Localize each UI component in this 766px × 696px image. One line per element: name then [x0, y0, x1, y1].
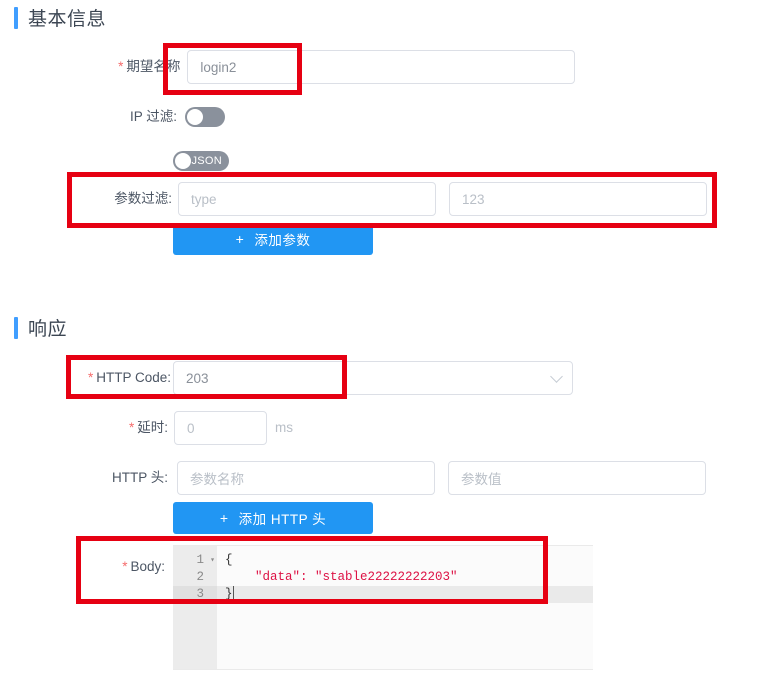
mock-api-edit-page: 基本信息 * 期望名称 login2 IP 过滤: JSON 参数过滤: type… — [0, 0, 766, 696]
http-header-name-input[interactable]: 参数名称 — [177, 461, 435, 495]
http-header-value-input[interactable]: 参数值 — [448, 461, 706, 495]
basic-info-title-text: 基本信息 — [28, 9, 107, 30]
delay-label: * 延时: — [128, 420, 168, 436]
basic-info-section-title: 基本信息 — [14, 4, 106, 31]
section-accent-bar — [14, 316, 18, 339]
required-asterisk: * — [122, 559, 128, 574]
response-title-text: 响应 — [28, 319, 68, 340]
expect-name-value: login2 — [200, 59, 237, 75]
add-param-button[interactable]: + 添加参数 — [173, 223, 373, 255]
http-header-label: HTTP 头: — [111, 470, 168, 486]
line-number: 3 — [173, 586, 217, 603]
http-code-value: 203 — [186, 370, 209, 386]
required-asterisk: * — [128, 420, 135, 436]
http-header-name-placeholder: 参数名称 — [190, 472, 244, 487]
toggle-knob — [175, 153, 191, 169]
http-header-row: HTTP 头: 参数名称 参数值 — [104, 461, 706, 495]
text-caret — [232, 586, 234, 599]
json-toggle[interactable]: JSON — [173, 151, 229, 171]
plus-icon: + — [219, 510, 229, 526]
code-line: { — [225, 553, 233, 567]
param-filter-name-input[interactable]: type — [178, 182, 436, 216]
code-line: } — [217, 586, 593, 603]
line-number: 2 — [196, 570, 204, 584]
delay-value: 0 — [187, 420, 195, 436]
ip-filter-toggle[interactable] — [185, 107, 225, 127]
param-filter-value-value: 123 — [462, 191, 485, 207]
param-filter-name-value: type — [191, 191, 217, 207]
delay-unit: ms — [275, 420, 293, 436]
body-code-editor[interactable]: 1 ▾ 2 3 { "data": "stable22222222203" } — [173, 545, 593, 670]
delay-input[interactable]: 0 — [174, 411, 267, 445]
add-http-header-button-label: 添加 HTTP 头 — [238, 512, 327, 527]
param-filter-label: 参数过滤: — [114, 191, 172, 207]
json-toggle-label: JSON — [191, 155, 222, 167]
expect-name-input[interactable]: login2 — [187, 50, 575, 84]
param-filter-row: 参数过滤: type 123 — [98, 182, 707, 216]
expect-name-row: * 期望名称 login2 — [105, 50, 575, 84]
ip-filter-row: IP 过滤: — [105, 107, 225, 127]
param-filter-value-input[interactable]: 123 — [449, 182, 707, 216]
plus-icon: + — [235, 231, 245, 247]
http-header-value-placeholder: 参数值 — [461, 472, 502, 487]
http-code-label: * HTTP Code: — [88, 370, 172, 386]
add-param-button-label: 添加参数 — [254, 233, 311, 248]
editor-code-content[interactable]: { "data": "stable22222222203" } — [217, 546, 593, 669]
response-section-title: 响应 — [14, 314, 67, 341]
section-accent-bar — [14, 6, 18, 29]
chevron-down-icon — [550, 370, 563, 383]
http-code-select[interactable]: 203 — [173, 361, 573, 395]
http-code-row: * HTTP Code: 203 — [88, 361, 573, 395]
toggle-knob — [187, 109, 203, 125]
required-asterisk: * — [118, 59, 124, 75]
ip-filter-label: IP 过滤: — [129, 109, 177, 125]
fold-arrow-icon: ▾ — [210, 556, 215, 565]
required-asterisk: * — [88, 370, 94, 386]
editor-line-numbers: 1 ▾ 2 3 — [173, 546, 217, 669]
line-number: 1 ▾ — [196, 553, 215, 567]
code-line: "data": "stable22222222203" — [225, 570, 458, 584]
expect-name-label: * 期望名称 — [118, 59, 181, 75]
delay-row: * 延时: 0 ms — [115, 411, 293, 445]
body-label: * Body: — [122, 559, 165, 574]
add-http-header-button[interactable]: + 添加 HTTP 头 — [173, 502, 373, 534]
json-toggle-row: JSON — [173, 151, 229, 171]
body-label-row: * Body: — [110, 560, 165, 574]
